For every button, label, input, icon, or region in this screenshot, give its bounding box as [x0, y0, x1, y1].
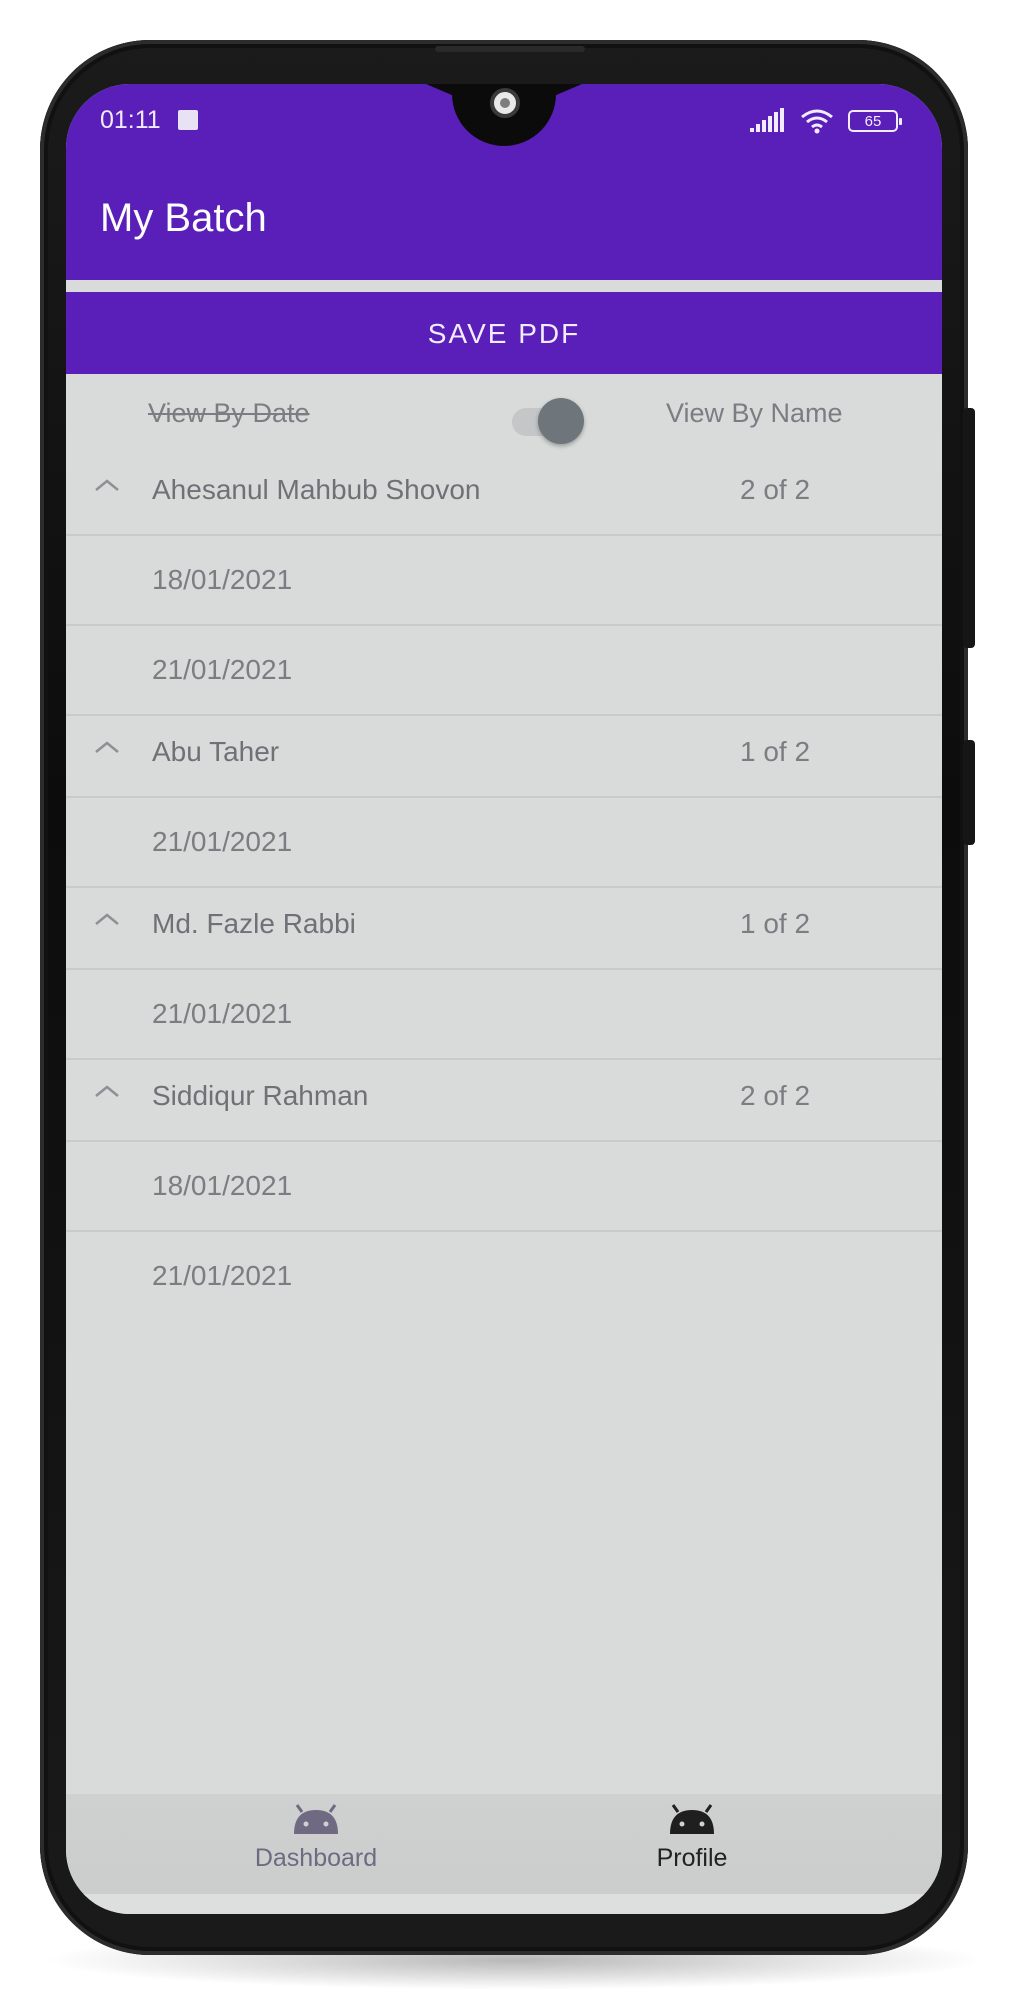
- sd-card-icon: [178, 110, 198, 130]
- date-text: 21/01/2021: [152, 826, 293, 857]
- date-row[interactable]: 18/01/2021: [66, 1142, 942, 1232]
- power-button: [963, 408, 975, 648]
- group-count: 1 of 2: [740, 908, 811, 939]
- date-text: 21/01/2021: [152, 654, 293, 685]
- volume-button: [963, 740, 975, 845]
- battery-level: 65: [864, 113, 882, 130]
- group-name: Md. Fazle Rabbi: [152, 908, 356, 939]
- view-by-date-label: View By Date: [148, 398, 310, 428]
- earpiece-speaker: [435, 46, 585, 52]
- view-toggle-row: View By Date View By Name: [66, 374, 942, 454]
- chevron-up-icon[interactable]: [92, 734, 122, 764]
- group-count: 2 of 2: [740, 474, 811, 505]
- date-text: 18/01/2021: [152, 564, 293, 595]
- chevron-up-icon[interactable]: [92, 906, 122, 936]
- view-by-name-label: View By Name: [666, 398, 843, 428]
- wifi-icon: [801, 109, 833, 134]
- app-bar: My Batch: [66, 154, 942, 280]
- group-count: 1 of 2: [740, 736, 811, 767]
- group-header[interactable]: Abu Taher 1 of 2: [66, 716, 942, 798]
- date-row[interactable]: 21/01/2021: [66, 626, 942, 716]
- batch-list: Ahesanul Mahbub Shovon 2 of 2 18/01/2021…: [66, 454, 942, 1322]
- signal-icon: [750, 108, 784, 132]
- date-row[interactable]: 21/01/2021: [66, 1232, 942, 1322]
- group-header[interactable]: Md. Fazle Rabbi 1 of 2: [66, 888, 942, 970]
- nav-profile[interactable]: Profile: [582, 1804, 802, 1873]
- battery-icon: 65: [848, 110, 902, 132]
- nav-profile-label: Profile: [656, 1844, 728, 1872]
- bottom-navigation: Dashboard Profile: [66, 1794, 942, 1914]
- nav-dashboard[interactable]: Dashboard: [206, 1804, 426, 1873]
- group-header[interactable]: Siddiqur Rahman 2 of 2: [66, 1060, 942, 1142]
- android-icon: [670, 1804, 714, 1834]
- chevron-up-icon[interactable]: [92, 472, 122, 502]
- status-icons: 65: [750, 106, 902, 136]
- phone-screen: 01:11 65 My Batch SAVE PDF View By Date …: [66, 84, 942, 1914]
- front-camera-icon: [490, 88, 520, 118]
- save-pdf-button[interactable]: SAVE PDF: [66, 292, 942, 374]
- date-text: 18/01/2021: [152, 1170, 293, 1201]
- status-bar: 01:11 65: [66, 84, 942, 154]
- group-name: Siddiqur Rahman: [152, 1080, 369, 1111]
- date-row[interactable]: 21/01/2021: [66, 970, 942, 1060]
- group-name: Ahesanul Mahbub Shovon: [152, 474, 481, 505]
- date-text: 21/01/2021: [152, 998, 293, 1029]
- chevron-up-icon[interactable]: [92, 1078, 122, 1108]
- status-time: 01:11: [100, 106, 161, 134]
- group-count: 2 of 2: [740, 1080, 811, 1111]
- nav-dashboard-label: Dashboard: [254, 1844, 378, 1872]
- page-title: My Batch: [100, 196, 267, 240]
- view-mode-switch-thumb[interactable]: [538, 398, 584, 444]
- date-row[interactable]: 21/01/2021: [66, 798, 942, 888]
- group-header[interactable]: Ahesanul Mahbub Shovon 2 of 2: [66, 454, 942, 536]
- group-name: Abu Taher: [152, 736, 280, 767]
- date-text: 21/01/2021: [152, 1260, 293, 1291]
- date-row[interactable]: 18/01/2021: [66, 536, 942, 626]
- android-icon: [294, 1804, 338, 1834]
